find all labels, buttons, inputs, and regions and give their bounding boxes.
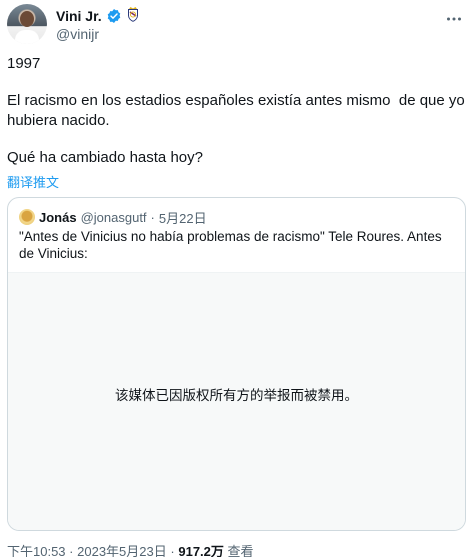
quoted-author-handle[interactable]: @jonasgutf xyxy=(81,210,147,225)
more-options-icon[interactable] xyxy=(445,10,463,33)
verified-badge-icon[interactable] xyxy=(106,8,122,24)
quoted-tweet-header: Jonás @jonasgutf · 5月22日 xyxy=(19,208,207,226)
quoted-tweet[interactable]: Jonás @jonasgutf · 5月22日 "Antes de Vinic… xyxy=(7,197,466,531)
real-madrid-crest-icon[interactable] xyxy=(126,6,140,27)
tweet-text: 1997 El racismo en los estadios españole… xyxy=(7,54,467,168)
quoted-tweet-text: "Antes de Vinicius no había problemas de… xyxy=(19,229,442,261)
meta-separator: · xyxy=(170,544,175,557)
author-name-row: Vini Jr. xyxy=(56,6,140,27)
views-count: 917.2万 xyxy=(178,544,224,557)
tweet-header: Vini Jr. @vinijr xyxy=(7,4,467,44)
tweet-line-question: Qué ha cambiado hasta hoy? xyxy=(7,149,203,166)
avatar-shirt xyxy=(15,30,39,44)
author-handle[interactable]: @vinijr xyxy=(56,26,99,42)
quoted-author-avatar[interactable] xyxy=(19,209,35,225)
tweet-date[interactable]: 2023年5月23日 xyxy=(77,544,167,557)
views-label: 查看 xyxy=(227,544,254,557)
disabled-media-placeholder: 该媒体已因版权所有方的举报而被禁用。 xyxy=(8,272,465,530)
author-name[interactable]: Vini Jr. xyxy=(56,8,102,24)
translate-tweet-link[interactable]: 翻译推文 xyxy=(7,172,59,191)
quoted-date[interactable]: 5月22日 xyxy=(159,208,207,227)
quoted-author-name[interactable]: Jonás xyxy=(39,210,77,225)
tweet-line-statement: El racismo en los estadios españoles exi… xyxy=(7,92,469,129)
quoted-separator: · xyxy=(150,209,155,225)
media-disabled-notice: 该媒体已因版权所有方的举报而被禁用。 xyxy=(115,388,358,403)
tweet-meta: 下午10:53 · 2023年5月23日 · 917.2万 查看 xyxy=(7,541,254,557)
meta-separator: · xyxy=(69,544,74,557)
author-avatar[interactable] xyxy=(7,4,47,44)
avatar-head xyxy=(20,11,34,27)
tweet-time[interactable]: 下午10:53 xyxy=(7,544,66,557)
tweet-line-year: 1997 xyxy=(7,55,41,72)
